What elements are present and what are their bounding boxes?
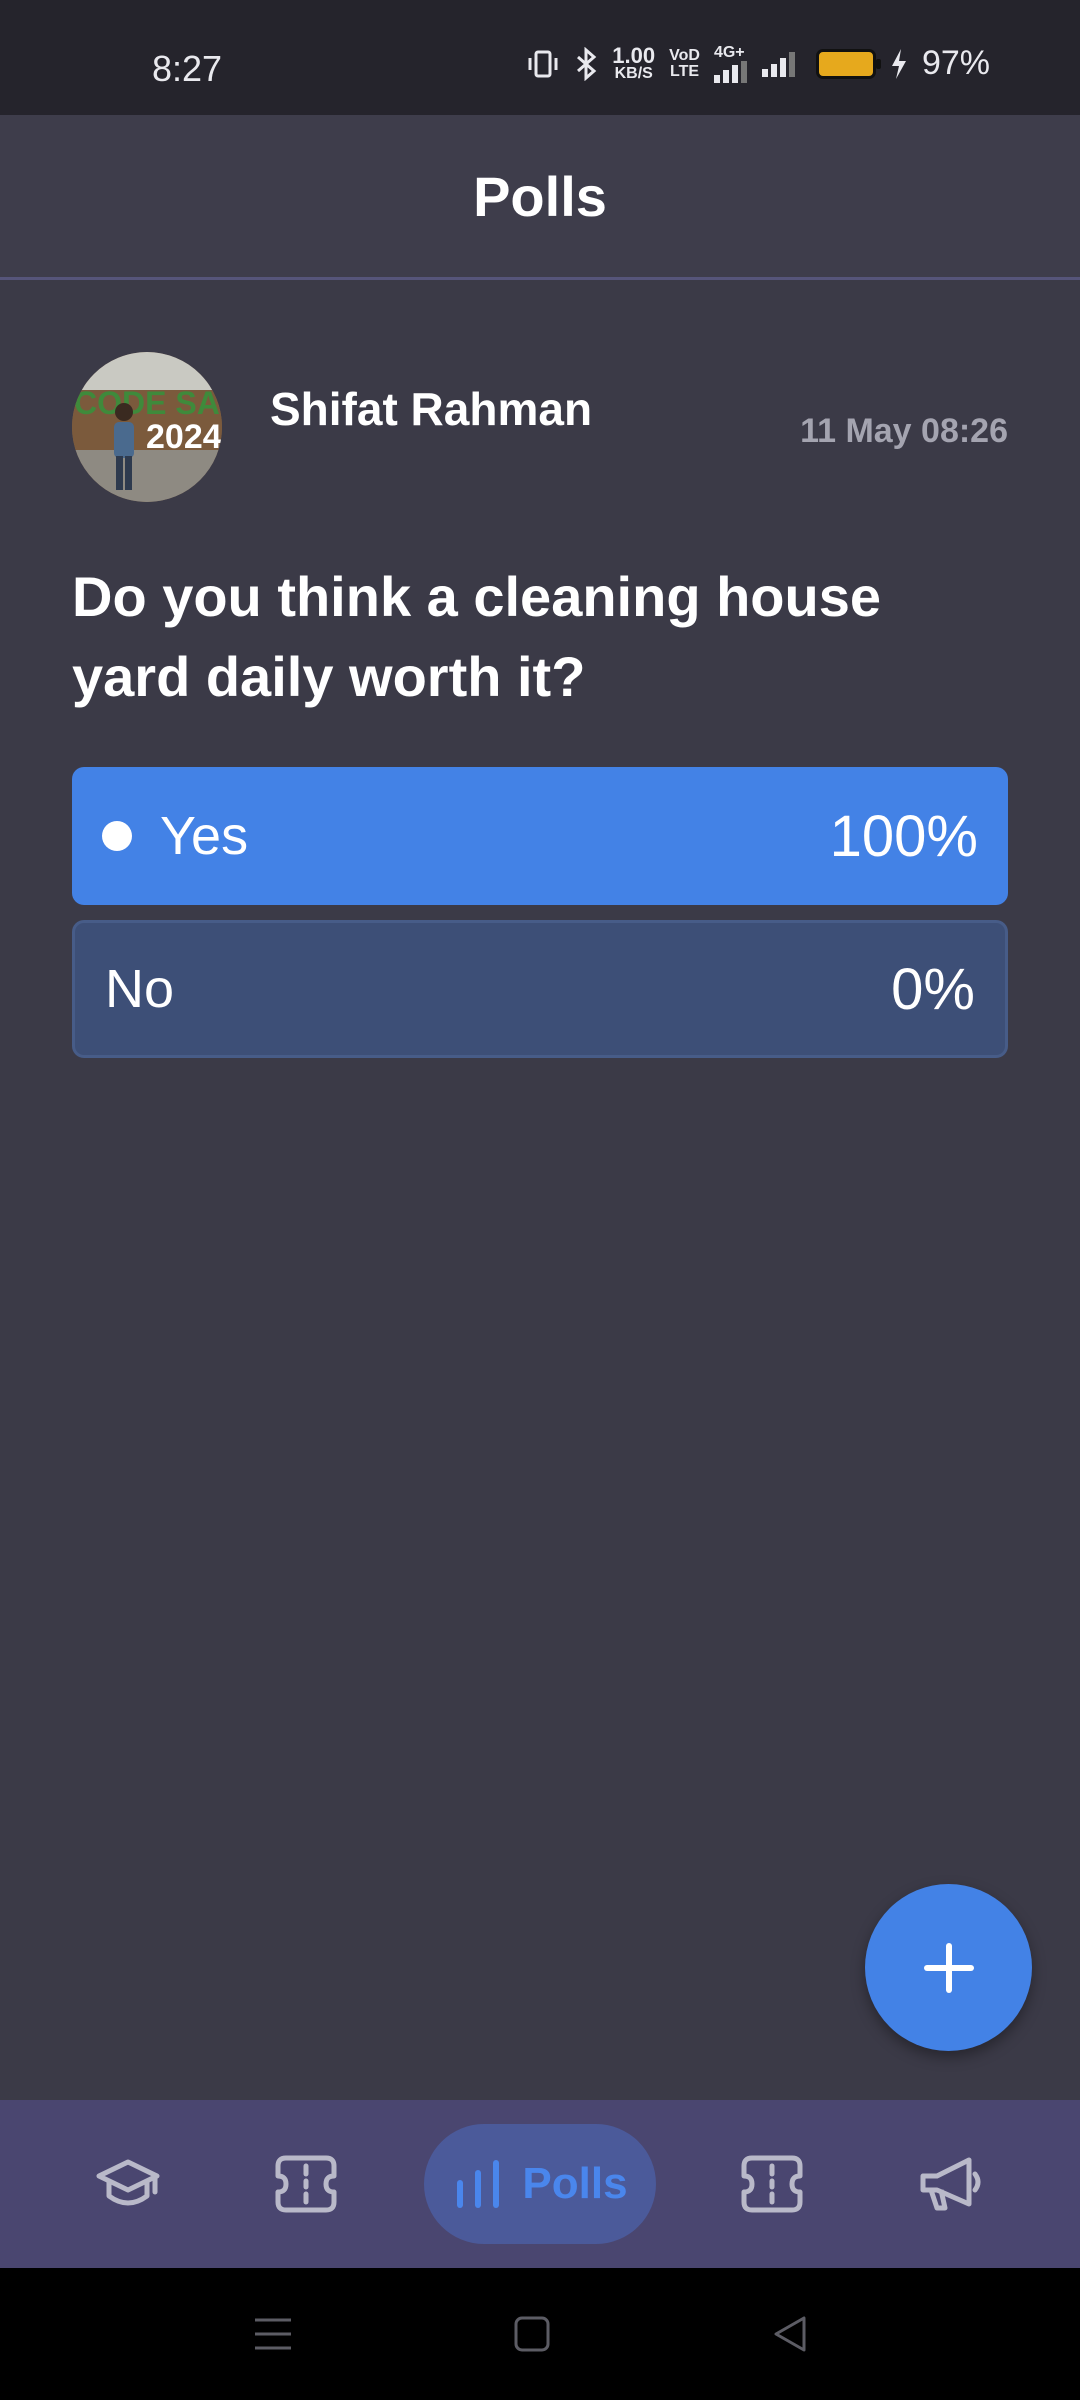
speed-value: 1.00 [612,42,656,68]
author-name[interactable]: Shifat Rahman [270,382,592,436]
option-label: No [105,959,175,1019]
ticket-icon [275,2155,337,2213]
avatar-image: CODE SAM 2024 [72,352,222,502]
bottom-nav: Polls [0,2100,1080,2268]
add-poll-button[interactable] [865,1884,1032,2051]
nav-item-tickets-2[interactable] [712,2100,832,2268]
selected-dot-icon [102,821,132,851]
nav-item-courses[interactable] [68,2100,188,2268]
system-nav [0,2268,1080,2400]
option-percent: 0% [891,956,975,1022]
signal-bars-icon [713,60,747,83]
network-type: 4G+ [713,43,745,61]
status-icons: 1.00 KB/S VoD LTE 4G+ 97% [526,44,990,83]
page-title: Polls [473,164,607,228]
graduation-cap-icon [96,2159,160,2206]
ticket-icon [741,2155,803,2213]
status-time: 8:27 [152,48,223,89]
bluetooth-icon [577,46,597,81]
signal-4g: 4G+ [713,43,748,83]
option-label: Yes [160,806,249,866]
back-triangle-icon[interactable] [770,2314,810,2354]
network-speed: 1.00 KB/S [612,42,656,82]
poll-header: CODE SAM 2024 Shifat Rahman 11 May 08:26 [72,352,1008,507]
poll-question: Do you think a cleaning house yard daily… [72,565,881,708]
volte-bottom: LTE [670,62,700,80]
nav-item-polls[interactable]: Polls [424,2124,656,2244]
battery-icon [815,48,881,79]
megaphone-icon [920,2157,981,2211]
poll-option-no[interactable]: No 0% [72,920,1008,1058]
nav-item-announcements[interactable] [890,2100,1010,2268]
plus-icon [923,1942,974,1993]
speed-unit: KB/S [614,64,653,82]
avatar[interactable]: CODE SAM 2024 [72,352,222,502]
status-bar: 8:27 1.00 KB/S VoD LTE 4G+ 97% [0,0,1080,115]
volte-indicator: VoD LTE [669,46,700,80]
nav-label-polls: Polls [522,2159,628,2208]
battery-percent: 97% [921,44,990,82]
volte-top: VoD [669,46,700,64]
poll-option-yes[interactable]: Yes 100% [72,767,1008,905]
vibrate-icon [528,50,558,77]
home-square-icon[interactable] [512,2314,552,2354]
post-date: 11 May 08:26 [800,412,1008,450]
poll-card: CODE SAM 2024 Shifat Rahman 11 May 08:26… [72,352,1008,1058]
bar-chart-icon [457,2160,500,2208]
app-header: Polls [0,115,1080,280]
option-percent: 100% [829,803,978,869]
avatar-text-bottom: 2024 [146,418,222,456]
avatar-text-top: CODE SAM [74,385,222,421]
menu-icon[interactable] [253,2314,293,2354]
signal-bars-icon-2 [761,51,795,77]
charging-icon [891,48,906,79]
nav-item-tickets[interactable] [246,2100,366,2268]
